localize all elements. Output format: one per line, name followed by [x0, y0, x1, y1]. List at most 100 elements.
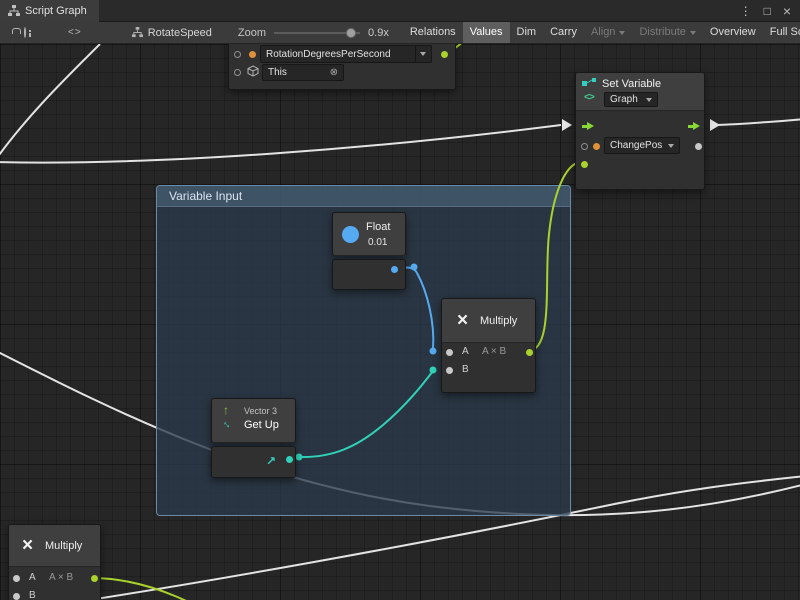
- align-button[interactable]: Align: [584, 22, 632, 44]
- object-picker-icon[interactable]: ⊗: [330, 67, 338, 78]
- output-port[interactable]: [391, 266, 398, 273]
- dim-button[interactable]: Dim: [510, 22, 544, 44]
- window-menu-icon[interactable]: ⋮: [740, 0, 752, 22]
- chevron-down-icon: [619, 31, 625, 35]
- zoom-label: Zoom: [238, 27, 266, 39]
- node-header[interactable]: ↑ ↔ Vector 3 Get Up: [211, 398, 296, 443]
- group-title: Variable Input: [169, 189, 242, 203]
- node-title: Multiply: [45, 540, 82, 552]
- zoom-slider-handle[interactable]: [346, 28, 356, 38]
- variable-kind-icon: <>: [584, 92, 594, 103]
- vector-output-icon: ↗: [266, 454, 276, 468]
- node-title: Set Variable: [602, 78, 661, 90]
- distribute-button[interactable]: Distribute: [632, 22, 702, 44]
- group-header[interactable]: Variable Input: [157, 186, 570, 207]
- node-header[interactable]: × Multiply: [9, 525, 100, 567]
- maximize-icon[interactable]: □: [764, 0, 771, 22]
- values-button[interactable]: Values: [463, 22, 510, 44]
- distribute-label: Distribute: [639, 22, 685, 43]
- variable-port[interactable]: [593, 143, 600, 150]
- fullscreen-button[interactable]: Full Screen: [763, 22, 800, 44]
- node-get-variable[interactable]: RotationDegreesPerSecond This ⊗: [228, 44, 456, 90]
- input-port-b[interactable]: [13, 593, 20, 600]
- port-label-a: A: [462, 346, 469, 357]
- zoom-control: Zoom 0.9x: [238, 27, 389, 39]
- output-port[interactable]: [441, 51, 448, 58]
- node-title: Float: [366, 221, 390, 233]
- node-vector3-get-up[interactable]: ↑ ↔ Vector 3 Get Up ↗: [211, 398, 296, 478]
- window-titlebar: Script Graph ⋮ □ ×: [0, 0, 800, 22]
- node-title: Multiply: [480, 315, 517, 327]
- node-body[interactable]: [332, 259, 406, 290]
- graph-asset-icon: [132, 27, 143, 38]
- node-title: Get Up: [244, 419, 279, 431]
- tab-script-graph[interactable]: Script Graph: [0, 0, 99, 22]
- wire-arrowhead: [562, 119, 572, 131]
- info-icon[interactable]: [24, 27, 26, 38]
- value-input-port[interactable]: [581, 161, 588, 168]
- graph-asset-breadcrumb[interactable]: RotateSpeed: [132, 27, 212, 39]
- port-label-b: B: [462, 364, 469, 375]
- graph-toolbar: <> RotateSpeed Zoom 0.9x Relations Value…: [0, 22, 800, 44]
- flow-output-port[interactable]: [688, 122, 700, 131]
- relations-button[interactable]: Relations: [403, 22, 463, 44]
- node-header[interactable]: × Multiply: [442, 299, 535, 343]
- node-multiply[interactable]: × Multiply A A × B B: [441, 298, 536, 393]
- chevron-down-icon: [646, 98, 652, 102]
- arrow-up-icon: ↑: [223, 403, 229, 417]
- node-float-literal[interactable]: Float 0.01: [332, 212, 406, 290]
- wire-arrowhead: [710, 119, 720, 131]
- target-field[interactable]: This ⊗: [262, 64, 344, 81]
- input-port-a[interactable]: [13, 575, 20, 582]
- float-type-icon: [342, 226, 359, 243]
- chevron-down-icon: [690, 31, 696, 35]
- input-port-a[interactable]: [446, 349, 453, 356]
- output-port[interactable]: [91, 575, 98, 582]
- wire-white: [716, 119, 800, 125]
- flow-input-port[interactable]: [582, 122, 594, 131]
- output-port[interactable]: [695, 143, 702, 150]
- align-label: Align: [591, 22, 615, 43]
- input-port[interactable]: [581, 143, 588, 150]
- wire-green: [94, 578, 264, 600]
- output-port[interactable]: [286, 456, 293, 463]
- variable-name: RotationDegreesPerSecond: [266, 49, 410, 60]
- variable-name: ChangePos: [610, 140, 668, 151]
- multiply-icon: ×: [457, 311, 468, 330]
- toolbar-buttons: Relations Values Dim Carry Align Distrib…: [403, 22, 800, 44]
- code-icon[interactable]: <>: [68, 27, 82, 38]
- chevron-down-icon: [668, 144, 674, 148]
- target-value: This: [268, 67, 330, 78]
- wire-white: [0, 125, 561, 163]
- tab-title: Script Graph: [25, 5, 87, 17]
- scope-dropdown[interactable]: Graph: [604, 92, 658, 107]
- diagonal-arrows-icon: ↔: [219, 416, 235, 432]
- node-multiply-bottom[interactable]: × Multiply A A × B B: [8, 524, 101, 600]
- port-label-a: A: [29, 572, 36, 583]
- overview-button[interactable]: Overview: [703, 22, 763, 44]
- port-label-result: A × B: [482, 346, 506, 357]
- node-type-label: Vector 3: [244, 406, 277, 416]
- gameobject-cube-icon: [247, 65, 259, 77]
- node-header[interactable]: Float 0.01: [332, 212, 406, 256]
- input-port[interactable]: [234, 51, 241, 58]
- zoom-slider[interactable]: [274, 32, 360, 34]
- graph-canvas[interactable]: Variable Input RotationDegreesPerSecond: [0, 44, 800, 600]
- chevron-down-icon: [420, 52, 426, 56]
- node-header[interactable]: Set Variable <> Graph: [576, 73, 704, 111]
- variable-name-dropdown[interactable]: ChangePos: [604, 137, 680, 154]
- graph-name: RotateSpeed: [148, 27, 212, 39]
- close-icon[interactable]: ×: [783, 0, 791, 22]
- variable-port[interactable]: [249, 51, 256, 58]
- input-port[interactable]: [234, 69, 241, 76]
- node-set-variable[interactable]: Set Variable <> Graph ChangePos: [575, 72, 705, 190]
- node-body[interactable]: ↗: [211, 446, 296, 478]
- port-label-result: A × B: [49, 572, 73, 583]
- input-port-b[interactable]: [446, 367, 453, 374]
- multiply-icon: ×: [22, 536, 33, 555]
- float-value[interactable]: 0.01: [368, 237, 387, 248]
- carry-button[interactable]: Carry: [543, 22, 584, 44]
- variable-name-dropdown[interactable]: RotationDegreesPerSecond: [260, 45, 432, 63]
- output-port[interactable]: [526, 349, 533, 356]
- field-divider: [415, 46, 416, 62]
